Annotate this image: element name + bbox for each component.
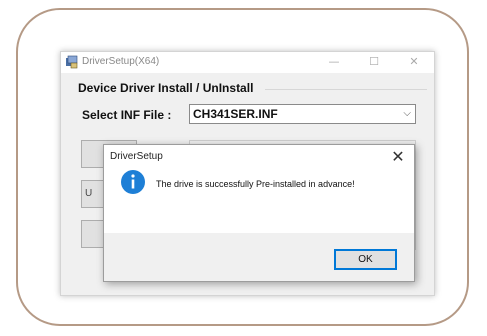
inf-file-select[interactable]: CH341SER.INF ⌵ bbox=[189, 104, 416, 124]
inf-file-value: CH341SER.INF bbox=[193, 107, 278, 121]
dialog-close-button[interactable]: ✕ bbox=[388, 147, 408, 167]
message-dialog: DriverSetup ✕ The drive is successfully … bbox=[103, 144, 415, 282]
ok-button[interactable]: OK bbox=[334, 249, 397, 270]
close-button[interactable]: ✕ bbox=[403, 54, 425, 70]
group-label: Device Driver Install / UnInstall bbox=[78, 81, 254, 95]
uninstall-button-label: U bbox=[85, 188, 93, 199]
minimize-button[interactable]: — bbox=[323, 54, 345, 70]
window-title: DriverSetup(X64) bbox=[82, 56, 160, 67]
chevron-down-icon[interactable]: ⌵ bbox=[403, 108, 411, 119]
ok-button-label: OK bbox=[358, 254, 373, 265]
group-divider bbox=[265, 89, 427, 90]
info-icon bbox=[121, 170, 145, 194]
inf-file-label: Select INF File : bbox=[82, 108, 172, 122]
app-icon bbox=[66, 55, 78, 69]
dialog-title-bar: DriverSetup ✕ bbox=[104, 145, 414, 169]
title-bar: DriverSetup(X64) — ☐ ✕ bbox=[61, 52, 434, 73]
maximize-button[interactable]: ☐ bbox=[363, 54, 385, 70]
dialog-title: DriverSetup bbox=[110, 151, 163, 162]
dialog-message: The drive is successfully Pre-installed … bbox=[156, 179, 355, 189]
